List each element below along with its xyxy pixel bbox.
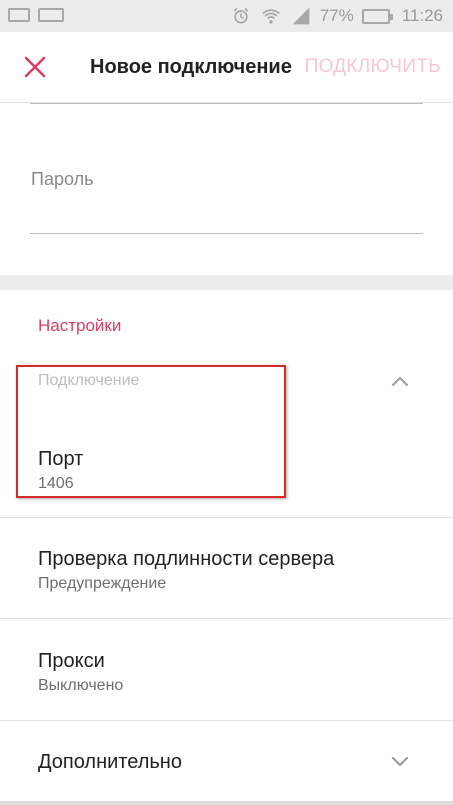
highlight-box [16,365,286,498]
server-auth-value: Предупреждение [38,575,167,592]
password-field[interactable] [30,197,423,234]
password-label: Пароль [31,169,94,189]
chevron-down-icon[interactable] [389,750,411,772]
close-button[interactable] [18,50,52,84]
battery-icon [361,8,393,24]
settings-card: Настройки Подключение Порт 1406 Проверка… [0,290,453,805]
signal-icon [292,7,310,25]
battery-percent: 77% [319,6,354,25]
credentials-card: Пароль [0,103,453,275]
page-title: Новое подключение [90,56,292,78]
app-bar: Новое подключение ПОДКЛЮЧИТЬ [0,32,453,103]
keyboard-icon [38,8,64,22]
advanced-title: Дополнительно [38,751,182,773]
alarm-icon [233,7,248,24]
connect-button[interactable]: ПОДКЛЮЧИТЬ [305,56,441,78]
screenshot-icon [8,8,30,22]
previous-field-underline [30,103,423,104]
clock: 11:26 [401,6,443,25]
proxy-value: Выключено [38,677,124,694]
settings-header: Настройки [38,316,122,335]
wifi-icon [261,9,280,24]
server-auth-title: Проверка подлинности сервера [38,548,335,570]
bottom-edge [0,801,453,805]
proxy-title: Прокси [38,650,105,672]
chevron-up-icon[interactable] [389,370,411,392]
close-icon [24,56,46,78]
status-bar: 77% 11:26 [0,0,453,32]
